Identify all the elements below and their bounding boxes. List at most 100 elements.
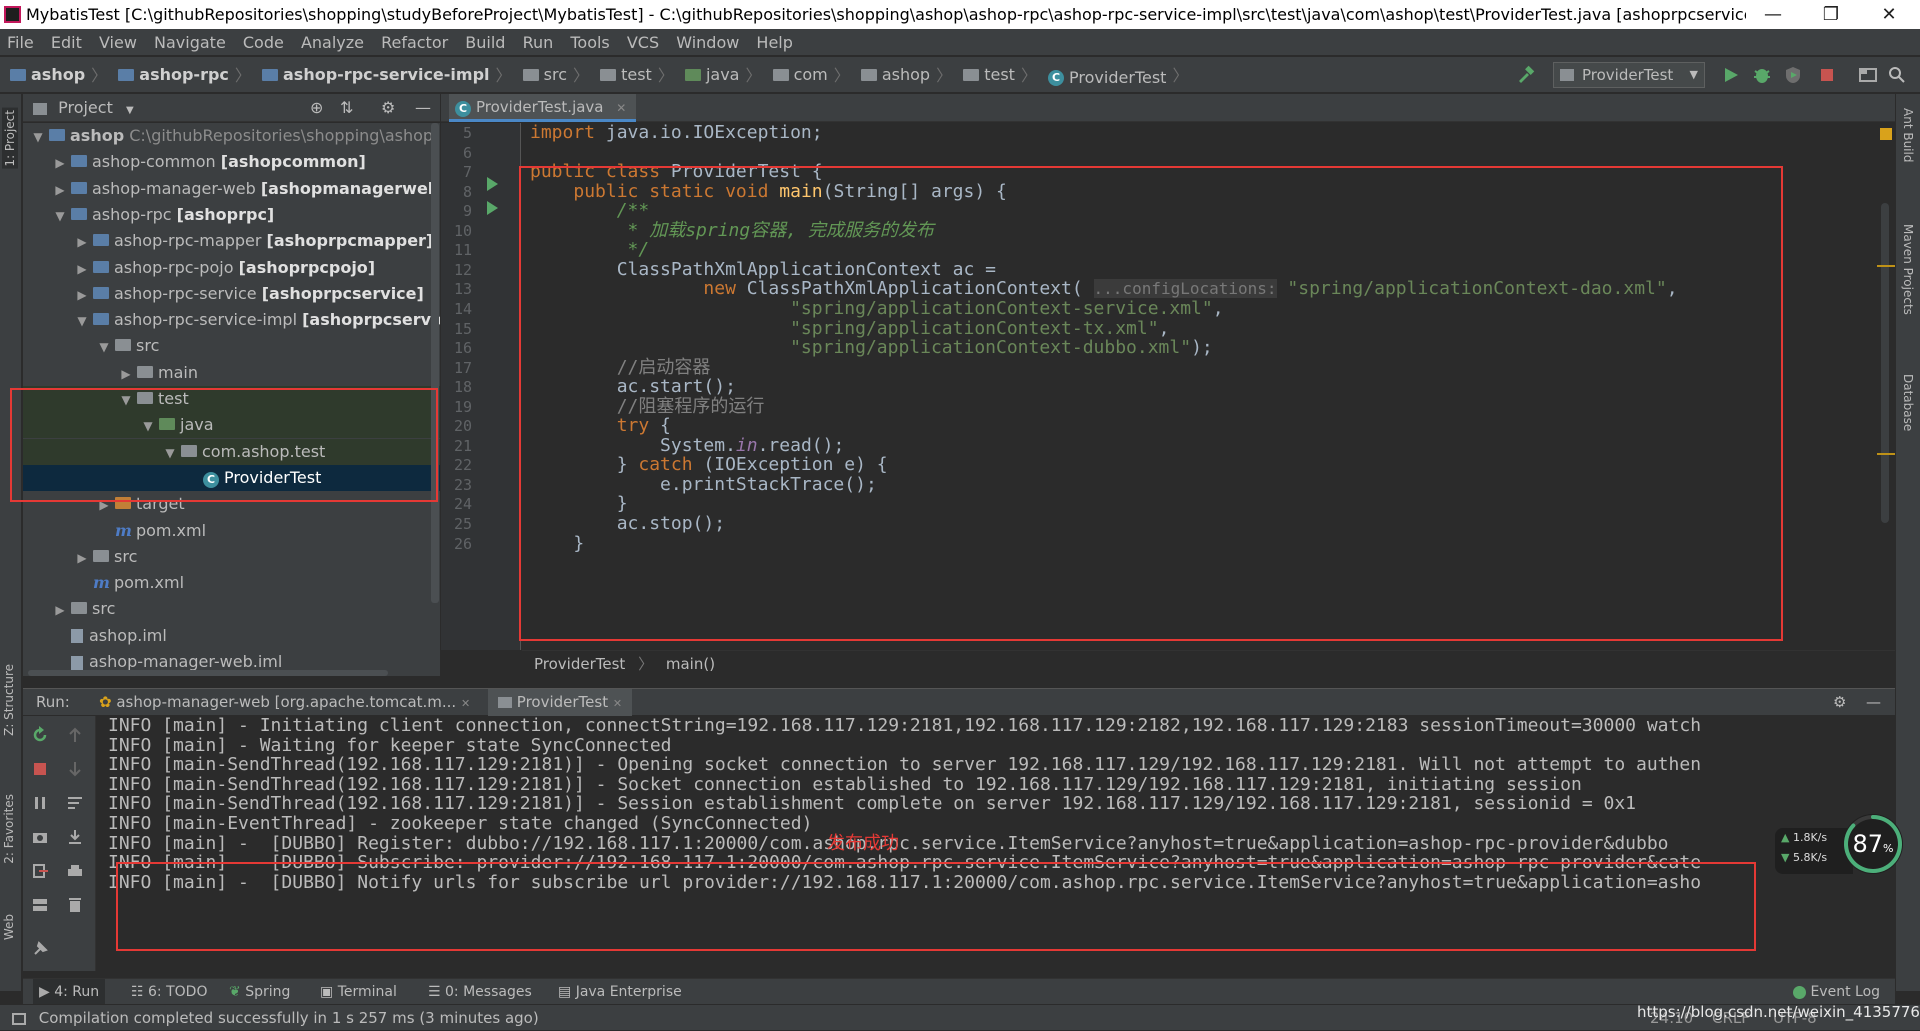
menu-code[interactable]: Code bbox=[243, 33, 284, 52]
tree-item[interactable]: m pom.xml bbox=[23, 518, 440, 544]
menu-window[interactable]: Window bbox=[676, 33, 739, 52]
breadcrumb-providertest[interactable]: C ProviderTest bbox=[1048, 60, 1166, 96]
minimize-button[interactable]: — bbox=[1744, 0, 1802, 29]
project-tool-tab[interactable]: 1: Project bbox=[2, 108, 18, 169]
breadcrumb-service-impl[interactable]: ashop-rpc-service-impl bbox=[262, 57, 490, 93]
menu-analyze[interactable]: Analyze bbox=[301, 33, 364, 52]
ant-build-tool-tab[interactable]: Ant Build bbox=[1901, 108, 1915, 162]
tree-item[interactable]: ▼ src bbox=[23, 333, 440, 359]
close-tab-icon[interactable]: ✕ bbox=[613, 697, 622, 710]
menu-edit[interactable]: Edit bbox=[51, 33, 82, 52]
tree-item[interactable]: ▶ ashop-rpc-service [ashoprpcservice] bbox=[23, 281, 440, 307]
toggle-tool-windows-icon[interactable] bbox=[12, 1012, 26, 1025]
code-line[interactable]: import java.io.IOException; bbox=[530, 123, 823, 145]
expanded-arrow-icon[interactable]: ▼ bbox=[31, 124, 45, 150]
menu-build[interactable]: Build bbox=[465, 33, 505, 52]
menu-vcs[interactable]: VCS bbox=[627, 33, 659, 52]
code-line[interactable]: } bbox=[530, 532, 584, 556]
console-output[interactable]: INFO [main] - Initiating client connecti… bbox=[97, 716, 1895, 971]
web-tool-tab[interactable]: Web bbox=[2, 914, 16, 940]
collapsed-arrow-icon[interactable]: ▶ bbox=[75, 282, 89, 308]
maven-projects-tool-tab[interactable]: Maven Projects bbox=[1901, 224, 1915, 315]
tree-item[interactable]: ▶ ashop-manager-web [ashopmanagerweb] bbox=[23, 176, 440, 202]
tree-item[interactable]: C ProviderTest bbox=[23, 464, 440, 491]
menu-refactor[interactable]: Refactor bbox=[381, 33, 448, 52]
breadcrumb-com[interactable]: com bbox=[772, 57, 828, 93]
structure-tool-tab[interactable]: Z: Structure bbox=[2, 664, 16, 736]
project-h-scrollbar[interactable] bbox=[28, 670, 388, 676]
arrow-up-icon[interactable] bbox=[66, 726, 84, 744]
build-hammer-icon[interactable] bbox=[1516, 65, 1536, 85]
menu-navigate[interactable]: Navigate bbox=[154, 33, 226, 52]
hide-panel-icon[interactable]: — bbox=[415, 94, 431, 122]
tree-item[interactable]: ▼ java bbox=[23, 412, 440, 439]
run-tab-tomcat[interactable]: ✿ ashop-manager-web [org.apache.tomcat.m… bbox=[91, 689, 478, 716]
inspection-warning-icon[interactable] bbox=[1880, 128, 1892, 140]
close-tab-icon[interactable]: ✕ bbox=[461, 697, 470, 710]
tree-item[interactable]: ashop.iml bbox=[23, 623, 440, 649]
tree-item[interactable]: ▶ ashop-rpc-mapper [ashoprpcmapper] bbox=[23, 228, 440, 254]
tree-item[interactable]: ▶ ashop-rpc-pojo [ashoprpcpojo] bbox=[23, 255, 440, 281]
scroll-to-end-icon[interactable] bbox=[66, 828, 84, 846]
print-icon[interactable] bbox=[66, 862, 84, 880]
stop-icon[interactable] bbox=[31, 760, 49, 778]
trash-icon[interactable] bbox=[66, 896, 84, 914]
chevron-down-icon[interactable]: ▼ bbox=[126, 105, 134, 116]
collapsed-arrow-icon[interactable]: ▶ bbox=[75, 229, 89, 255]
tool-tab-java-enterprise[interactable]: ▤ Java Enterprise bbox=[558, 979, 682, 1005]
tool-tab-todo[interactable]: ☷ 6: TODO bbox=[131, 979, 207, 1005]
tree-item[interactable]: ▼ ashop C:\githubRepositories\shopping\as… bbox=[23, 123, 440, 149]
close-button[interactable]: ✕ bbox=[1860, 0, 1918, 29]
favorites-tool-tab[interactable]: 2: Favorites bbox=[2, 794, 16, 864]
menu-view[interactable]: View bbox=[99, 33, 137, 52]
layout-icon[interactable] bbox=[31, 896, 49, 914]
breadcrumb-test[interactable]: test bbox=[600, 57, 652, 93]
soft-wrap-icon[interactable] bbox=[66, 794, 84, 812]
maximize-button[interactable]: ❐ bbox=[1802, 0, 1860, 29]
tree-item[interactable]: ▶ ashop-common [ashopcommon] bbox=[23, 149, 440, 175]
tool-tab-messages[interactable]: ☰ 0: Messages bbox=[428, 979, 532, 1005]
collapsed-arrow-icon[interactable]: ▶ bbox=[97, 492, 111, 518]
breadcrumb-ashop-pkg[interactable]: ashop bbox=[860, 57, 930, 93]
crumb-class[interactable]: ProviderTest bbox=[534, 655, 625, 673]
rerun-icon[interactable] bbox=[31, 726, 49, 744]
gear-icon[interactable]: ⚙ bbox=[381, 94, 395, 122]
network-speed-widget[interactable]: ▲ 1.8K/s ▼ 5.8K/s 87% bbox=[1765, 800, 1905, 900]
breadcrumb-test-pkg[interactable]: test bbox=[963, 57, 1015, 93]
expanded-arrow-icon[interactable]: ▼ bbox=[53, 203, 67, 229]
stop-icon[interactable] bbox=[1817, 65, 1837, 85]
expanded-arrow-icon[interactable]: ▼ bbox=[97, 334, 111, 360]
tool-tab-run[interactable]: ▶ 4: Run bbox=[33, 979, 106, 1005]
arrow-down-icon[interactable] bbox=[66, 760, 84, 778]
run-icon[interactable] bbox=[1721, 65, 1741, 85]
expanded-arrow-icon[interactable]: ▼ bbox=[119, 387, 133, 413]
close-tab-icon[interactable]: ✕ bbox=[616, 101, 626, 115]
debug-icon[interactable] bbox=[1752, 65, 1772, 85]
tree-item[interactable]: ▶ src bbox=[23, 544, 440, 570]
collapsed-arrow-icon[interactable]: ▶ bbox=[53, 150, 67, 176]
tree-item[interactable]: ▶ src bbox=[23, 596, 440, 622]
locate-icon[interactable]: ⊕ bbox=[310, 94, 323, 122]
tree-item[interactable]: ▼ com.ashop.test bbox=[23, 438, 440, 465]
camera-icon[interactable] bbox=[31, 828, 49, 846]
tree-item[interactable]: m pom.xml bbox=[23, 570, 440, 596]
search-icon[interactable] bbox=[1887, 65, 1907, 85]
collapsed-arrow-icon[interactable]: ▶ bbox=[75, 256, 89, 282]
editor-scrollbar[interactable] bbox=[1877, 123, 1895, 650]
exit-icon[interactable] bbox=[31, 862, 49, 880]
breadcrumb-ashop-rpc[interactable]: ashop-rpc bbox=[118, 57, 229, 93]
tree-item[interactable]: ▶ target bbox=[23, 491, 440, 517]
project-view-selector[interactable]: Project bbox=[58, 98, 113, 117]
code-editor[interactable]: import java.io.IOException; public class … bbox=[522, 123, 1877, 650]
crumb-method[interactable]: main() bbox=[666, 655, 715, 673]
tree-item[interactable]: ▶ main bbox=[23, 360, 440, 386]
menu-run[interactable]: Run bbox=[523, 33, 554, 52]
tool-tab-spring[interactable]: ❦ Spring bbox=[229, 979, 290, 1005]
tree-item[interactable]: ▼ ashop-rpc [ashoprpc] bbox=[23, 202, 440, 228]
tree-item[interactable]: ▼ test bbox=[23, 386, 440, 412]
coverage-icon[interactable] bbox=[1783, 65, 1803, 85]
collapsed-arrow-icon[interactable]: ▶ bbox=[119, 361, 133, 387]
gear-icon[interactable]: ⚙ bbox=[1833, 689, 1846, 716]
collapsed-arrow-icon[interactable]: ▶ bbox=[53, 177, 67, 203]
database-tool-tab[interactable]: Database bbox=[1901, 374, 1915, 431]
